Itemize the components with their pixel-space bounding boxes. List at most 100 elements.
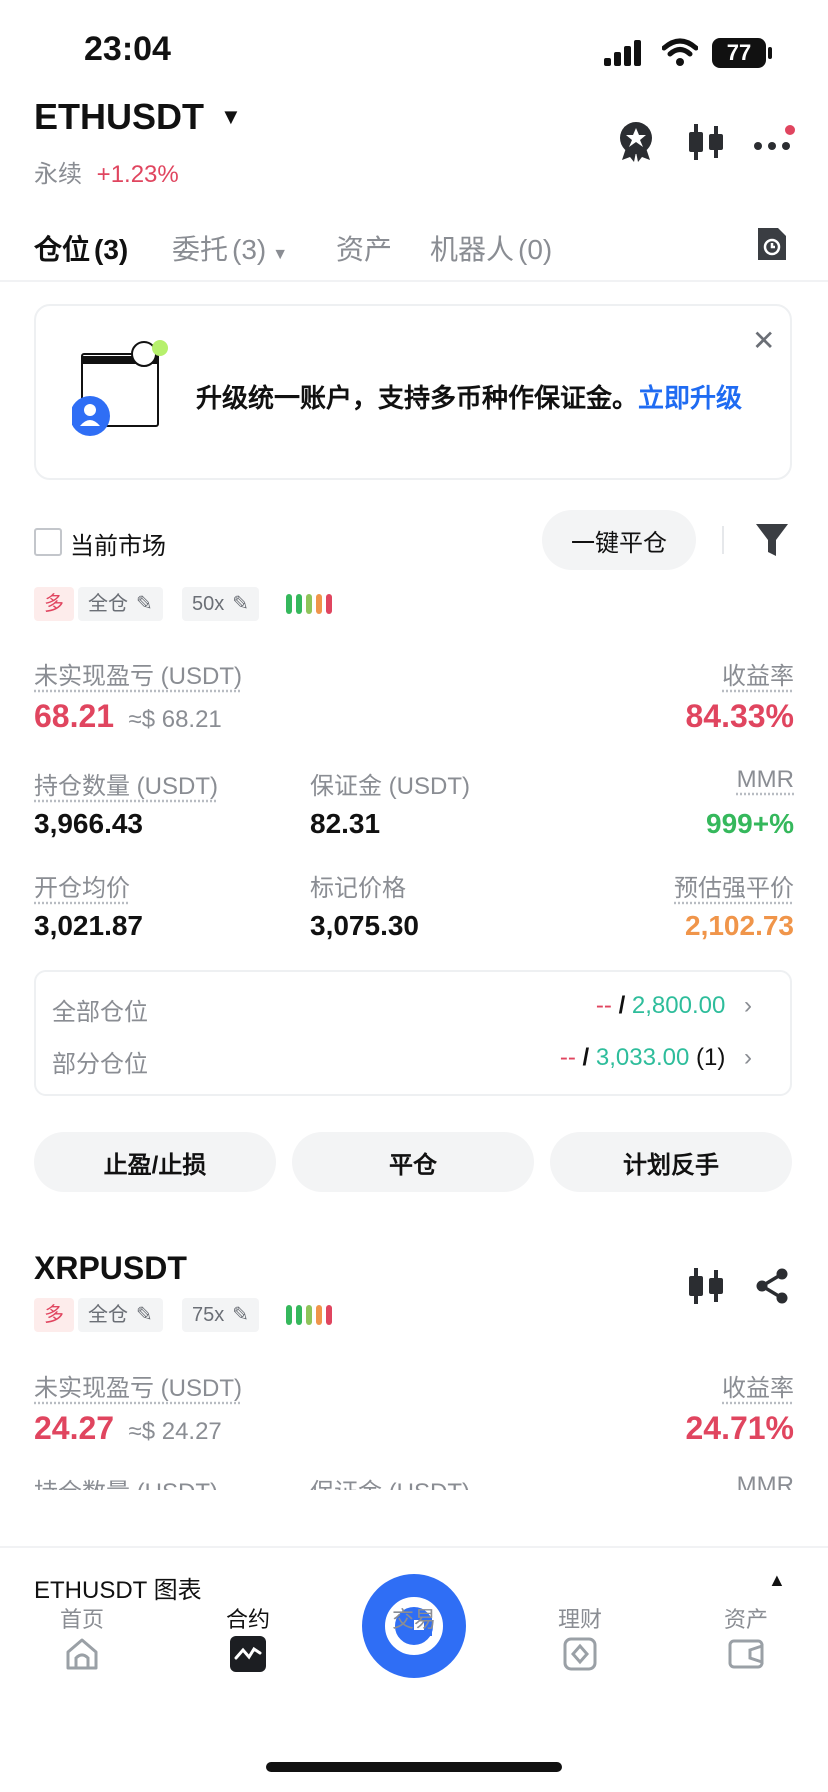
battery-icon: 77	[712, 38, 766, 68]
margin-mode-badge[interactable]: 全仓 ✎	[78, 1298, 163, 1332]
tab-orders[interactable]: 委托 (3) ▼	[172, 228, 288, 268]
chevron-right-icon: ›	[744, 992, 752, 1019]
leverage-badge[interactable]: 75x ✎	[182, 1298, 260, 1332]
caret-up-icon: ▲	[768, 1570, 786, 1590]
close-all-label: 一键平仓	[571, 529, 667, 557]
banner-message: 升级统一账户，支持多币种作保证金。立即升级	[196, 378, 742, 415]
banner-text: 升级统一账户，支持多币种作保证金。	[196, 383, 639, 413]
separator: /	[582, 1044, 590, 1071]
nav-home[interactable]: 首页	[32, 1602, 132, 1634]
price-change: +1.23%	[96, 161, 179, 188]
button-label: 平仓	[389, 1151, 437, 1179]
nav-assets[interactable]: 资产	[696, 1602, 796, 1634]
candlestick-icon[interactable]	[686, 1268, 726, 1309]
nav-futures[interactable]: 合约	[198, 1602, 298, 1634]
signal-icon	[604, 40, 646, 73]
tpsl-values: -- / 3,033.00 (1) ›	[560, 1044, 752, 1072]
edit-icon: ✎	[232, 1304, 250, 1326]
button-label: 止盈/止损	[103, 1151, 207, 1179]
more-icon[interactable]	[752, 124, 796, 165]
earn-icon[interactable]	[562, 1636, 598, 1677]
mark-value: 3,075.30	[310, 910, 419, 941]
divider	[722, 526, 724, 554]
battery-cap	[768, 47, 772, 59]
mmr-label: MMR	[736, 1472, 794, 1490]
chevron-right-icon: ›	[744, 1044, 752, 1071]
close-icon[interactable]: ✕	[752, 324, 775, 357]
sl-value: 2,800.00	[631, 992, 726, 1019]
tab-bots[interactable]: 机器人 (0)	[430, 228, 552, 268]
wallet-icon[interactable]	[728, 1636, 764, 1677]
roe-value: 84.33%	[685, 698, 794, 734]
leverage-badge[interactable]: 50x ✎	[182, 587, 260, 621]
home-indicator	[266, 1762, 562, 1772]
mark-label: 标记价格	[310, 875, 406, 902]
pnl-value: 68.21	[34, 698, 115, 734]
margin-mode-badge[interactable]: 全仓 ✎	[78, 587, 163, 621]
tpsl-values: -- / 2,800.00 ›	[596, 992, 752, 1020]
entry-label: 开仓均价	[34, 875, 130, 902]
tab-label: 机器人	[430, 234, 515, 265]
battery-level: 77	[726, 40, 752, 65]
roe-label: 收益率	[722, 1375, 794, 1402]
chart-bar-label: ETHUSDT 图表	[34, 1577, 202, 1604]
side-badge: 多	[34, 587, 74, 621]
mmr-value: 999+%	[706, 808, 794, 839]
tpsl-row-partial[interactable]: 部分仓位 -- / 3,033.00 (1) ›	[52, 1044, 752, 1078]
medal-icon[interactable]	[616, 120, 656, 167]
wifi-icon	[661, 38, 699, 73]
share-icon[interactable]	[754, 1268, 790, 1309]
reverse-plan-button[interactable]: 计划反手	[550, 1132, 792, 1192]
tab-label: 委托	[172, 234, 229, 265]
margin-label: 保证金 (USDT)	[310, 1472, 470, 1490]
chevron-down-icon: ▼	[220, 104, 242, 129]
pnl-row: 68.21 ≈$ 68.21	[34, 698, 222, 735]
candlestick-icon[interactable]	[686, 124, 726, 165]
separator: /	[618, 992, 626, 1019]
mmr-label: MMR	[736, 766, 794, 793]
close-position-button[interactable]: 平仓	[292, 1132, 534, 1192]
home-icon[interactable]	[64, 1636, 100, 1677]
caret-down-icon: ▼	[272, 246, 289, 263]
pnl-usd: ≈$ 24.27	[128, 1418, 222, 1445]
tab-assets[interactable]: 资产	[336, 228, 392, 268]
cutoff-row: 持仓数量 (USDT) 保证金 (USDT) MMR	[0, 1472, 828, 1490]
margin-mode-label: 全仓	[88, 593, 128, 615]
tp-value: --	[559, 1044, 576, 1071]
current-market-checkbox[interactable]	[34, 528, 62, 556]
tab-positions[interactable]: 仓位 (3)	[34, 228, 128, 268]
leverage-label: 50x	[192, 593, 225, 615]
liq-value: 2,102.73	[685, 910, 794, 941]
tpsl-label: 全部仓位	[52, 999, 148, 1026]
tpsl-button[interactable]: 止盈/止损	[34, 1132, 276, 1192]
size-label: 持仓数量 (USDT)	[34, 773, 218, 800]
upgrade-link[interactable]: 立即升级	[638, 383, 742, 413]
entry-value: 3,021.87	[34, 910, 143, 941]
account-illustration	[70, 340, 172, 441]
close-all-button[interactable]: 一键平仓	[542, 510, 696, 570]
history-icon[interactable]	[756, 226, 788, 267]
roe-label: 收益率	[722, 663, 794, 690]
tab-count: (3)	[232, 234, 267, 265]
edit-icon: ✎	[136, 1304, 153, 1326]
sl-value: 3,033.00	[595, 1044, 690, 1071]
tpsl-row-all[interactable]: 全部仓位 -- / 2,800.00 ›	[52, 992, 752, 1026]
pnl-row: 24.27 ≈$ 24.27	[34, 1410, 222, 1447]
nav-earn[interactable]: 理财	[530, 1602, 630, 1634]
size-value: 3,966.43	[34, 808, 143, 839]
contract-type: 永续	[34, 161, 82, 188]
leverage-label: 75x	[192, 1304, 225, 1326]
pnl-label: 未实现盈亏 (USDT)	[34, 663, 242, 690]
futures-icon[interactable]	[230, 1636, 266, 1677]
filter-icon[interactable]	[756, 522, 788, 563]
tpsl-label: 部分仓位	[52, 1051, 148, 1078]
nav-trade[interactable]: 交易	[364, 1602, 464, 1634]
risk-level-indicator	[286, 1305, 332, 1325]
position-symbol[interactable]: XRPUSDT	[34, 1250, 187, 1287]
symbol-selector[interactable]: ETHUSDT ▼	[34, 96, 242, 138]
edit-icon: ✎	[232, 593, 250, 615]
button-label: 计划反手	[623, 1151, 719, 1179]
size-label: 持仓数量 (USDT)	[34, 1472, 218, 1490]
side-badge: 多	[34, 1298, 74, 1332]
tabs-divider	[0, 280, 828, 282]
